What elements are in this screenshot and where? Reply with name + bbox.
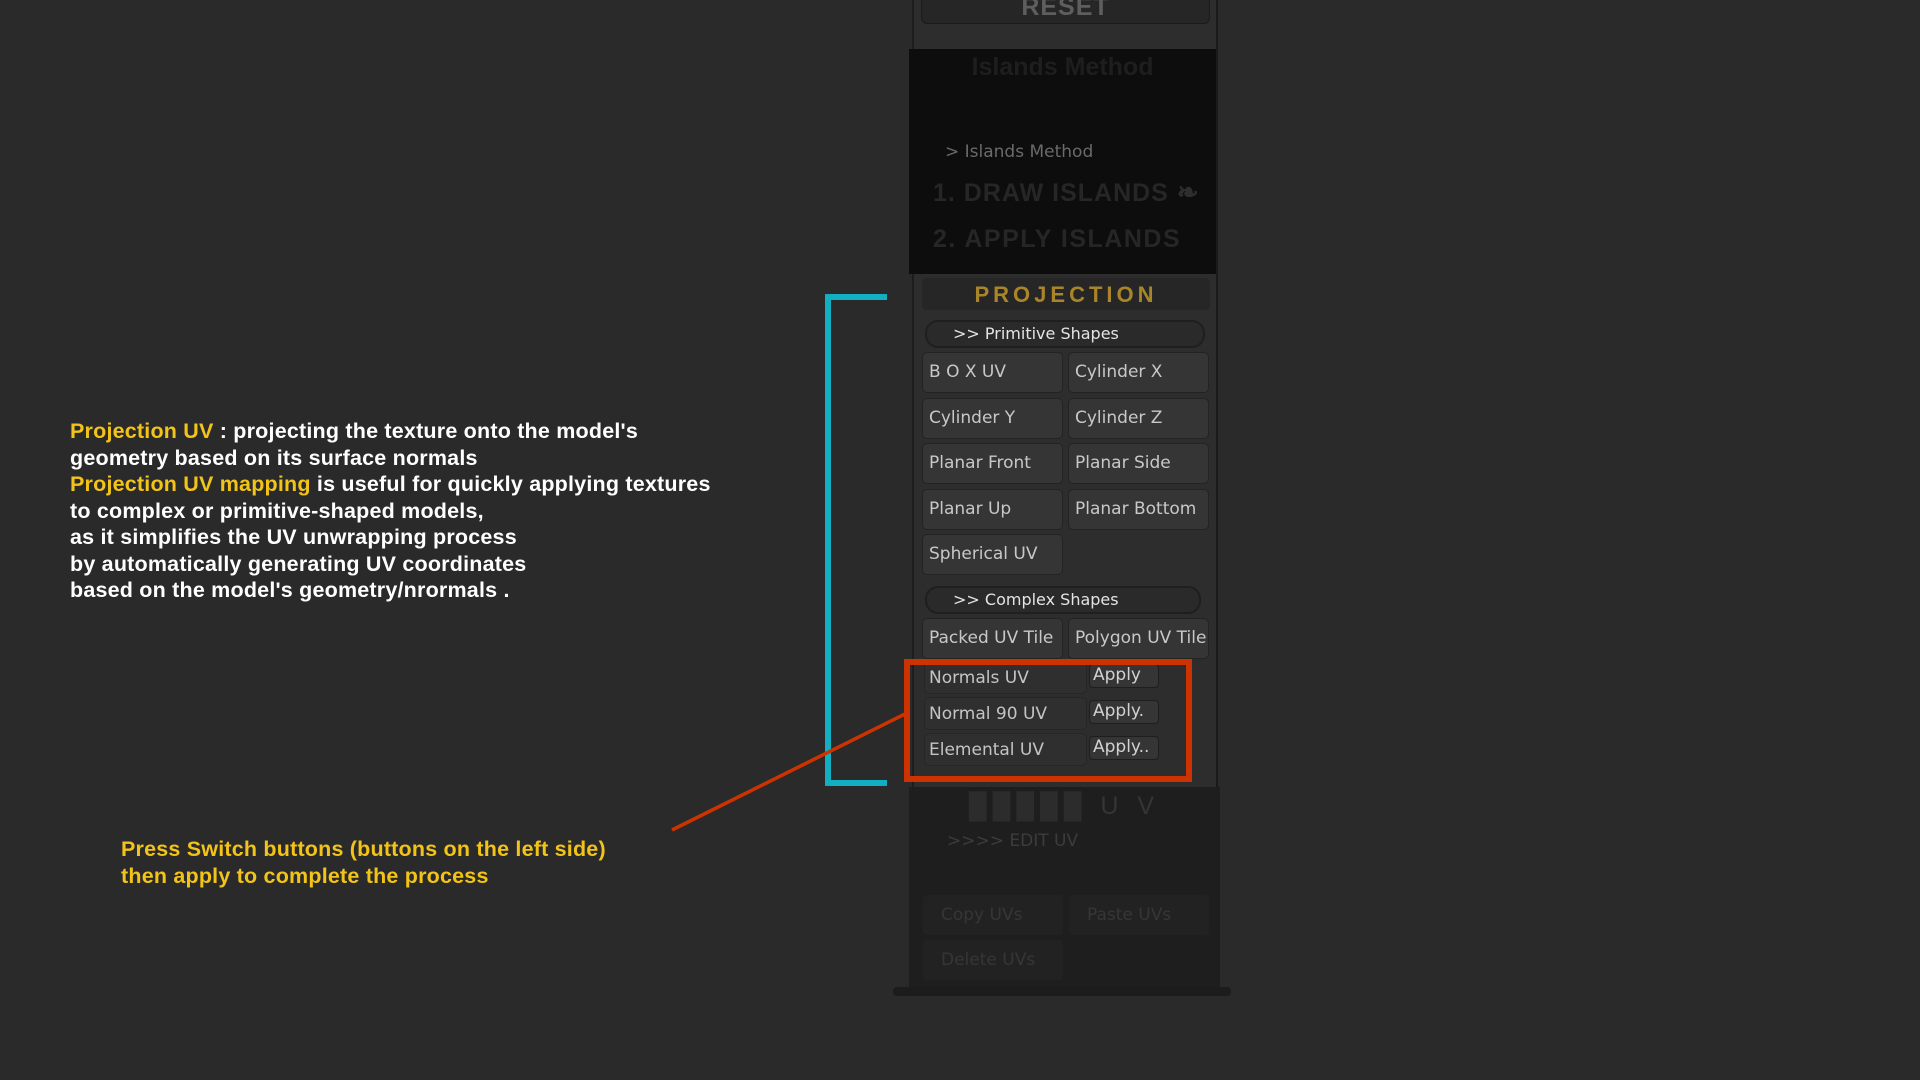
callout-line: [671, 711, 908, 832]
switch-buttons-highlight: [904, 659, 1192, 782]
projection-bracket: [825, 294, 887, 786]
annotation-overlay: [671, 294, 1192, 832]
